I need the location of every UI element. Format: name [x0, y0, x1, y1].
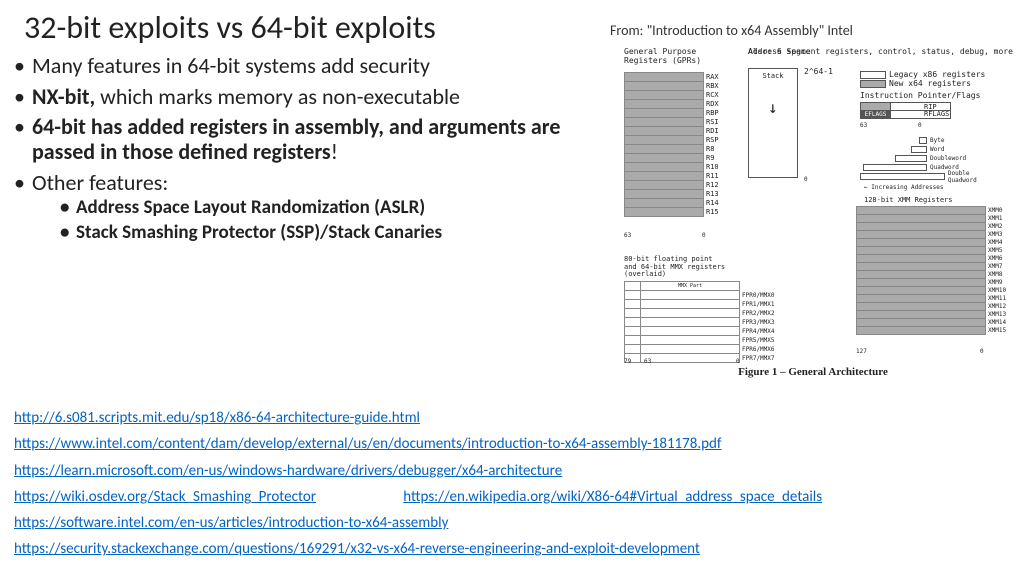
- xmm-0: 0: [980, 348, 984, 355]
- address-space-box: Stack: [748, 68, 798, 178]
- reference-links: http://6.s081.scripts.mit.edu/sp18/x86-6…: [14, 408, 1014, 566]
- fpr-0: 0: [736, 358, 740, 365]
- link-1[interactable]: http://6.s081.scripts.mit.edu/sp18/x86-6…: [14, 410, 420, 427]
- ip-0: 0: [918, 122, 922, 129]
- link-7[interactable]: https://security.stackexchange.com/quest…: [14, 541, 700, 558]
- ip-63: 63: [860, 122, 867, 129]
- bullet-3: 64-bit has added registers in assembly, …: [14, 115, 604, 164]
- stack-label: Stack: [752, 72, 794, 80]
- legend-legacy: Legacy x86 registers: [889, 70, 985, 79]
- fpr-63: 63: [644, 358, 651, 365]
- xmm-title: 128-bit XMM Registers: [864, 196, 953, 204]
- ip-row-labels: RIP RFLAGS: [924, 104, 949, 118]
- size-diagram: ByteWordDoublewordQuadwordDouble Quadwor…: [860, 136, 990, 181]
- fpr-79: 79: [624, 358, 631, 365]
- addr-0: 0: [804, 176, 808, 183]
- bullet-4: Other features: Address Space Layout Ran…: [14, 171, 604, 245]
- fpr-registers: 80-bit floating point and 64-bit MMX reg…: [624, 256, 784, 363]
- legend: Legacy x86 registers New x64 registers: [860, 70, 985, 88]
- link-5[interactable]: https://en.wikipedia.org/wiki/X86-64#Vir…: [403, 489, 822, 506]
- ip-title: Instruction Pointer/Flags: [860, 92, 980, 101]
- gpr-63: 63: [624, 232, 631, 239]
- figure-caption: Figure 1 – General Architecture: [608, 366, 1018, 378]
- gpr-registers: RAXRBXRCXRDXRBPRSIRDIRSPR8R9R10R11R12R13…: [624, 72, 728, 217]
- addr-top: 2^64-1: [804, 68, 833, 77]
- link-6[interactable]: https://software.intel.com/en-us/article…: [14, 515, 448, 532]
- link-4[interactable]: https://wiki.osdev.org/Stack_Smashing_Pr…: [14, 489, 316, 506]
- architecture-diagram: General Purpose Registers (GPRs) Also: 6…: [608, 48, 1018, 378]
- bullet-2: NX-bit, which marks memory as non-execut…: [14, 85, 604, 110]
- bullet-1: Many features in 64-bit systems add secu…: [14, 54, 604, 79]
- link-2[interactable]: https://www.intel.com/content/dam/develo…: [14, 436, 722, 453]
- sub-bullet-2: Stack Smashing Protector (SSP)/Stack Can…: [60, 222, 604, 245]
- gpr-title: General Purpose Registers (GPRs): [624, 48, 701, 66]
- increasing-addresses: ← Increasing Addresses: [864, 184, 943, 191]
- xmm-127: 127: [856, 348, 867, 355]
- source-caption: From: "Introduction to x64 Assembly" Int…: [610, 22, 853, 39]
- bullet-list: Many features in 64-bit systems add secu…: [14, 54, 604, 251]
- slide-title: 32-bit exploits vs 64-bit exploits: [24, 8, 436, 47]
- legend-new: New x64 registers: [889, 79, 971, 88]
- gpr-0: 0: [702, 232, 706, 239]
- arrow-down-icon: ↓: [768, 98, 778, 117]
- sub-bullet-1: Address Space Layout Randomization (ASLR…: [60, 197, 604, 220]
- addr-title: Address Space: [748, 48, 811, 57]
- xmm-registers: XMM0XMM1XMM2XMM3XMM4XMM5XMM6XMM7XMM8XMM9…: [856, 206, 1012, 335]
- link-3[interactable]: https://learn.microsoft.com/en-us/window…: [14, 463, 562, 480]
- fpr-title: 80-bit floating point and 64-bit MMX reg…: [624, 256, 784, 279]
